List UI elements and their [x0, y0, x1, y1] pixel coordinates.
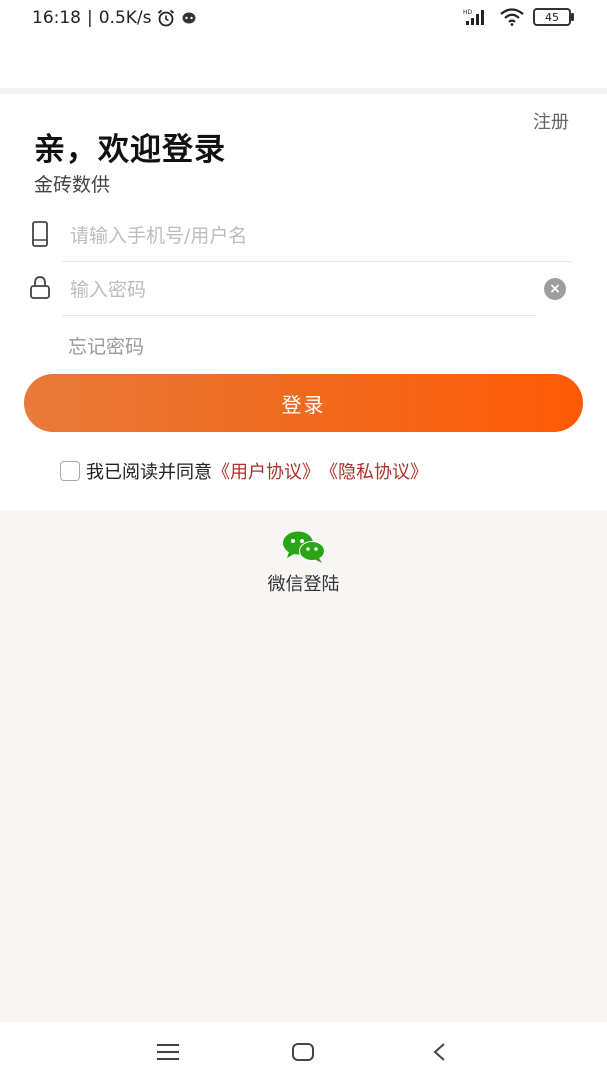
wechat-icon[interactable]: [281, 530, 327, 564]
battery-icon: 45: [533, 8, 574, 26]
signal-icon: HD: [463, 9, 484, 25]
page-title: 亲，欢迎登录: [34, 132, 226, 168]
agreement-text: 我已阅读并同意: [86, 462, 212, 483]
login-button[interactable]: 登录: [24, 374, 583, 432]
register-link[interactable]: 注册: [533, 108, 569, 134]
back-icon[interactable]: [426, 1040, 454, 1064]
app-name: 金砖数供: [34, 174, 111, 196]
status-right: HD 45: [463, 8, 574, 26]
phone-icon: [32, 221, 48, 247]
agreement-checkbox[interactable]: [60, 461, 80, 481]
app-top-bar: [0, 40, 607, 90]
wechat-login[interactable]: 微信登陆: [0, 530, 607, 596]
alarm-icon: [157, 9, 174, 27]
password-row: ×: [24, 264, 572, 316]
username-row: [24, 210, 572, 262]
network-speed: 0.5K/s: [98, 8, 152, 28]
user-agreement-link[interactable]: 《用户协议》: [212, 458, 320, 484]
status-separator: |: [87, 8, 93, 28]
system-nav-bar: [0, 1022, 607, 1080]
battery-level: 45: [545, 10, 559, 24]
username-underline: [62, 261, 572, 262]
privacy-agreement-link[interactable]: 《隐私协议》: [320, 458, 428, 484]
status-time: 16:18: [32, 8, 81, 28]
svg-text:HD: HD: [463, 9, 473, 16]
menu-icon[interactable]: [154, 1040, 182, 1064]
lock-icon: [30, 276, 50, 299]
home-icon[interactable]: [289, 1040, 317, 1064]
wechat-login-label[interactable]: 微信登陆: [0, 570, 607, 596]
wifi-icon: [500, 8, 524, 26]
status-bar: 16:18 | 0.5K/s HD 45: [0, 0, 607, 40]
password-input[interactable]: [68, 272, 512, 308]
forgot-password-link[interactable]: 忘记密码: [68, 332, 144, 359]
agreement-row: 我已阅读并同意 《用户协议》 《隐私协议》: [60, 458, 428, 484]
password-underline: [62, 315, 536, 316]
notification-dot-icon: [182, 12, 196, 24]
login-card: 注册 亲，欢迎登录 金砖数供 × 忘记密码 登录 我已阅读并同意 《用户协议》 …: [0, 94, 607, 510]
username-input[interactable]: [68, 218, 512, 254]
clear-icon[interactable]: ×: [544, 278, 566, 300]
status-left: 16:18 | 0.5K/s: [32, 8, 198, 28]
